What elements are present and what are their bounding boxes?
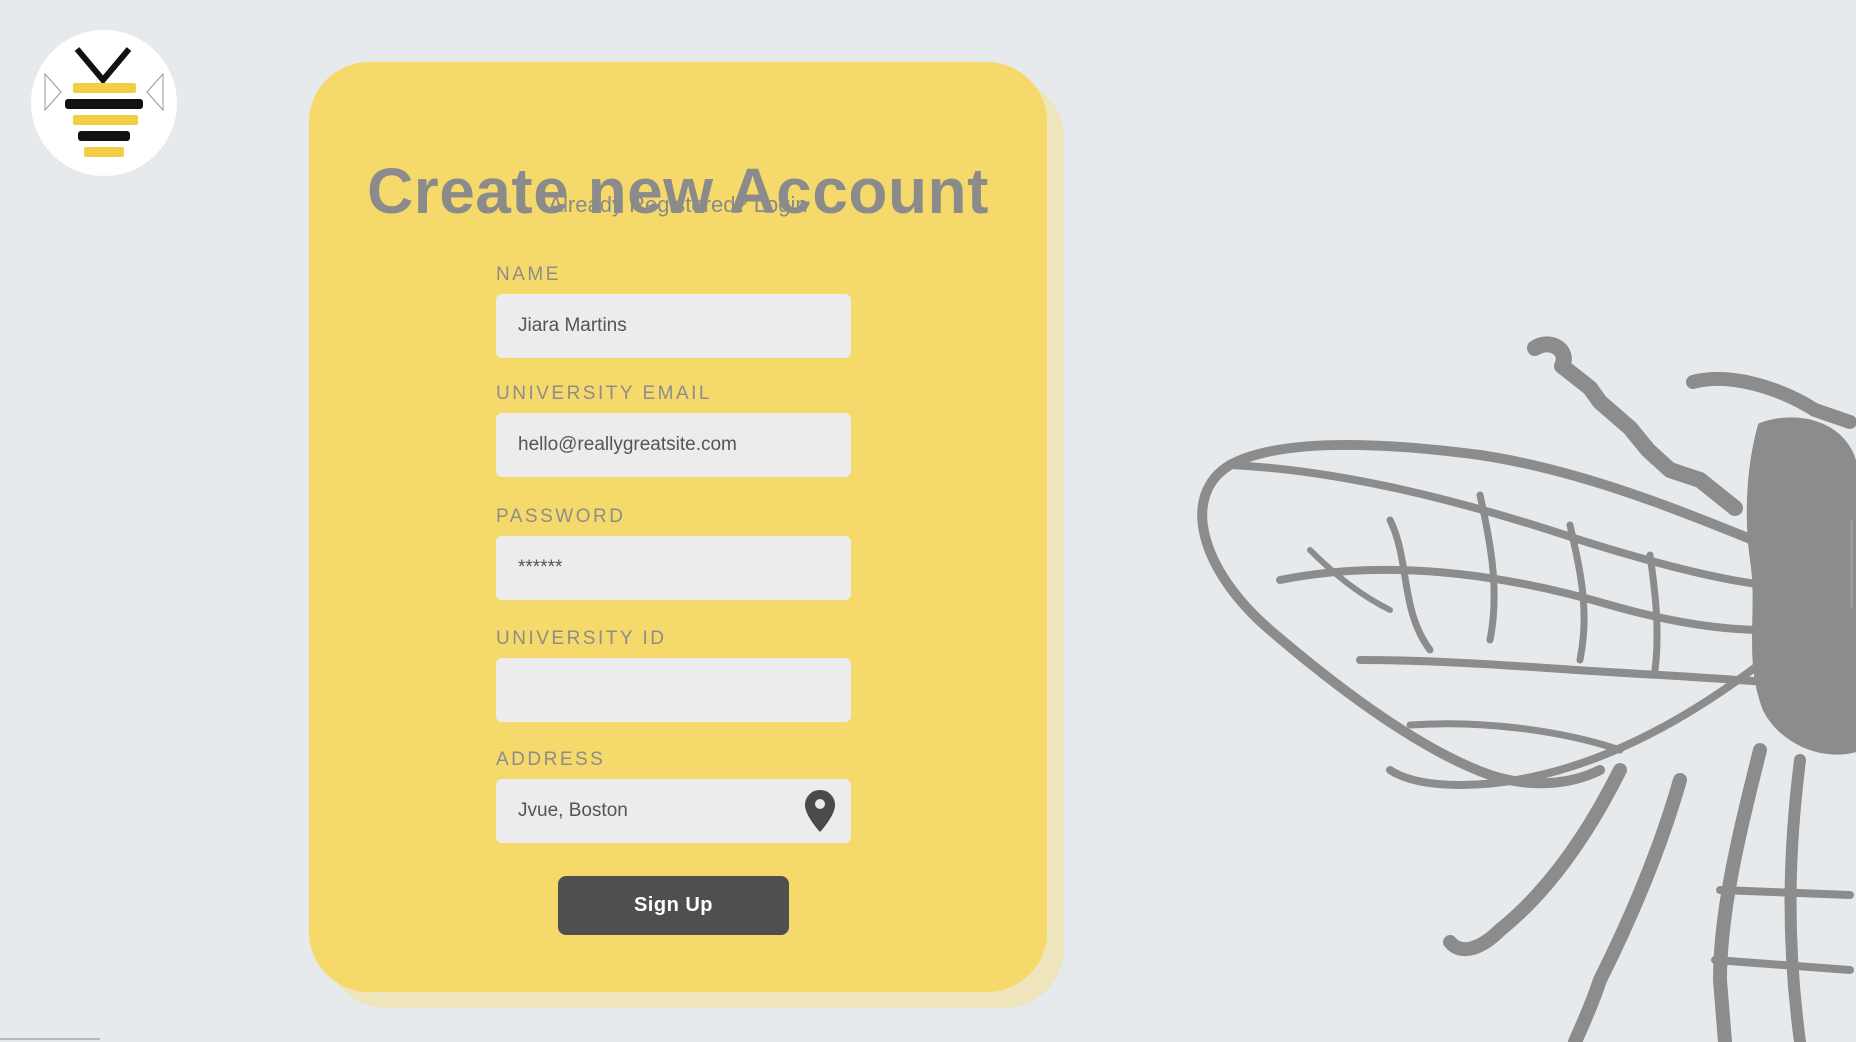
university-id-input[interactable] bbox=[496, 658, 851, 722]
address-input[interactable] bbox=[496, 779, 851, 843]
email-input[interactable] bbox=[496, 413, 851, 477]
address-label: ADDRESS bbox=[496, 749, 606, 770]
university-id-label: UNIVERSITY ID bbox=[496, 628, 667, 649]
password-label: PASSWORD bbox=[496, 506, 626, 527]
name-label: NAME bbox=[496, 264, 561, 285]
location-pin-icon[interactable] bbox=[804, 789, 836, 833]
login-link[interactable]: Already Registered? Login bbox=[309, 192, 1047, 218]
sign-up-button[interactable]: Sign Up bbox=[558, 876, 789, 935]
scrollbar-thumb[interactable] bbox=[1850, 520, 1853, 608]
window-edge bbox=[0, 1038, 100, 1040]
bee-illustration-icon bbox=[1197, 336, 1856, 1042]
bee-logo-icon bbox=[44, 47, 164, 157]
name-input[interactable] bbox=[496, 294, 851, 358]
email-label: UNIVERSITY EMAIL bbox=[496, 383, 712, 404]
signup-form: Create new Account Already Registered? L… bbox=[309, 62, 1047, 992]
password-input[interactable] bbox=[496, 536, 851, 600]
logo[interactable] bbox=[31, 30, 177, 176]
